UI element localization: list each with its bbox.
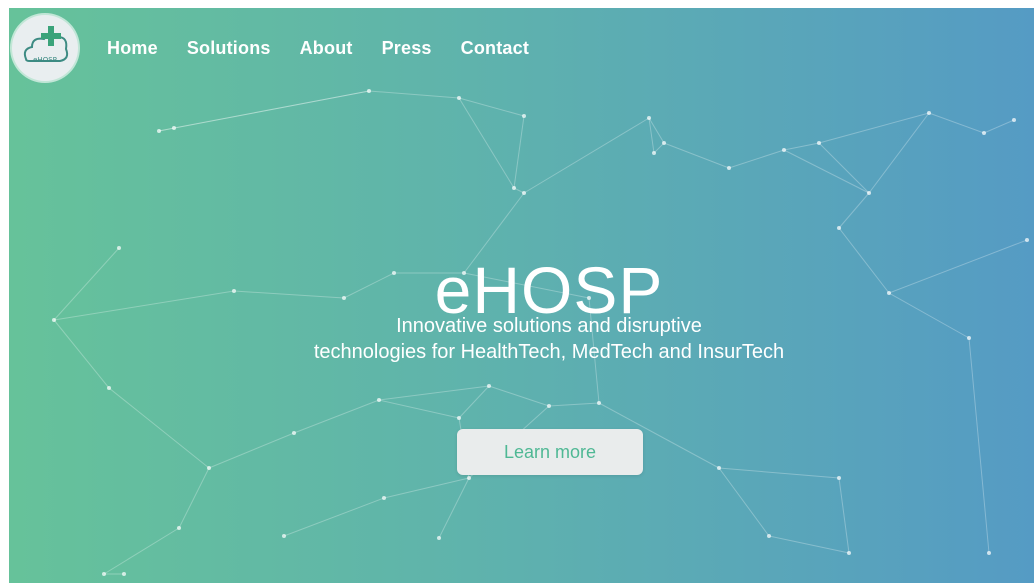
network-line xyxy=(383,477,470,499)
network-node xyxy=(1025,238,1029,242)
network-node xyxy=(172,126,176,130)
network-line xyxy=(378,385,490,401)
network-node xyxy=(927,111,931,115)
nav-press[interactable]: Press xyxy=(382,38,432,59)
network-node xyxy=(717,466,721,470)
network-node xyxy=(207,466,211,470)
network-line xyxy=(838,192,870,229)
network-line xyxy=(818,142,870,194)
network-node xyxy=(867,191,871,195)
network-line xyxy=(718,467,840,479)
network-node xyxy=(457,96,461,100)
network-line xyxy=(208,432,295,469)
network-node xyxy=(727,166,731,170)
network-node xyxy=(522,191,526,195)
network-line xyxy=(283,497,385,537)
network-node xyxy=(107,386,111,390)
network-line xyxy=(108,387,210,469)
network-node xyxy=(597,401,601,405)
network-node xyxy=(767,534,771,538)
network-node xyxy=(117,246,121,250)
nav-about[interactable]: About xyxy=(300,38,353,59)
network-line xyxy=(368,90,460,99)
nav-solutions[interactable]: Solutions xyxy=(187,38,271,59)
network-node xyxy=(467,476,471,480)
network-node xyxy=(437,536,441,540)
network-node xyxy=(292,431,296,435)
network-line xyxy=(458,385,490,419)
network-line xyxy=(818,112,930,144)
network-node xyxy=(487,384,491,388)
network-line xyxy=(768,535,850,554)
network-node xyxy=(662,141,666,145)
network-line xyxy=(378,399,460,419)
network-line xyxy=(488,385,550,407)
network-node xyxy=(547,404,551,408)
nav-home[interactable]: Home xyxy=(107,38,158,59)
network-line xyxy=(523,117,650,194)
network-line xyxy=(548,402,600,407)
network-node xyxy=(522,114,526,118)
network-line xyxy=(293,399,380,434)
nav-contact[interactable]: Contact xyxy=(461,38,529,59)
network-line xyxy=(783,142,820,151)
network-node xyxy=(817,141,821,145)
network-node xyxy=(102,572,106,576)
network-line xyxy=(968,337,990,554)
hero-subtitle-line-1: Innovative solutions and disruptive xyxy=(396,315,702,337)
network-node xyxy=(367,89,371,93)
main-nav: Home Solutions About Press Contact xyxy=(107,38,529,59)
network-node xyxy=(837,226,841,230)
network-line xyxy=(783,149,870,194)
network-node xyxy=(847,551,851,555)
network-node xyxy=(982,131,986,135)
logo-text: eHOSP xyxy=(33,56,57,64)
network-node xyxy=(1012,118,1016,122)
network-node xyxy=(647,116,651,120)
network-node xyxy=(457,416,461,420)
network-line xyxy=(868,112,930,194)
network-line xyxy=(178,467,210,529)
network-node xyxy=(377,398,381,402)
network-line xyxy=(718,467,770,537)
network-line xyxy=(103,527,180,575)
network-line xyxy=(648,117,655,154)
network-line xyxy=(928,112,985,134)
network-node xyxy=(382,496,386,500)
network-line xyxy=(983,119,1015,134)
network-node xyxy=(177,526,181,530)
network-line xyxy=(653,142,665,154)
network-node xyxy=(837,476,841,480)
hero-subtitle-line-2: technologies for HealthTech, MedTech and… xyxy=(313,341,785,363)
network-line xyxy=(158,90,370,132)
network-line xyxy=(458,97,515,189)
network-node xyxy=(987,551,991,555)
learn-more-button[interactable]: Learn more xyxy=(457,429,643,475)
network-node xyxy=(282,534,286,538)
network-node xyxy=(782,148,786,152)
network-node xyxy=(512,186,516,190)
network-line xyxy=(513,115,525,189)
network-node xyxy=(652,151,656,155)
network-line xyxy=(438,477,470,539)
network-line xyxy=(838,477,850,554)
logo[interactable]: eHOSP xyxy=(12,15,78,81)
hero-subtitle: Innovative solutions and disruptive tech… xyxy=(9,313,1034,365)
cloud-medical-cross-icon xyxy=(23,26,69,62)
network-node xyxy=(157,129,161,133)
hero-section: eHOSP Home Solutions About Press Contact… xyxy=(9,8,1034,583)
network-line xyxy=(663,142,730,169)
network-node xyxy=(122,572,126,576)
network-line xyxy=(728,149,785,169)
